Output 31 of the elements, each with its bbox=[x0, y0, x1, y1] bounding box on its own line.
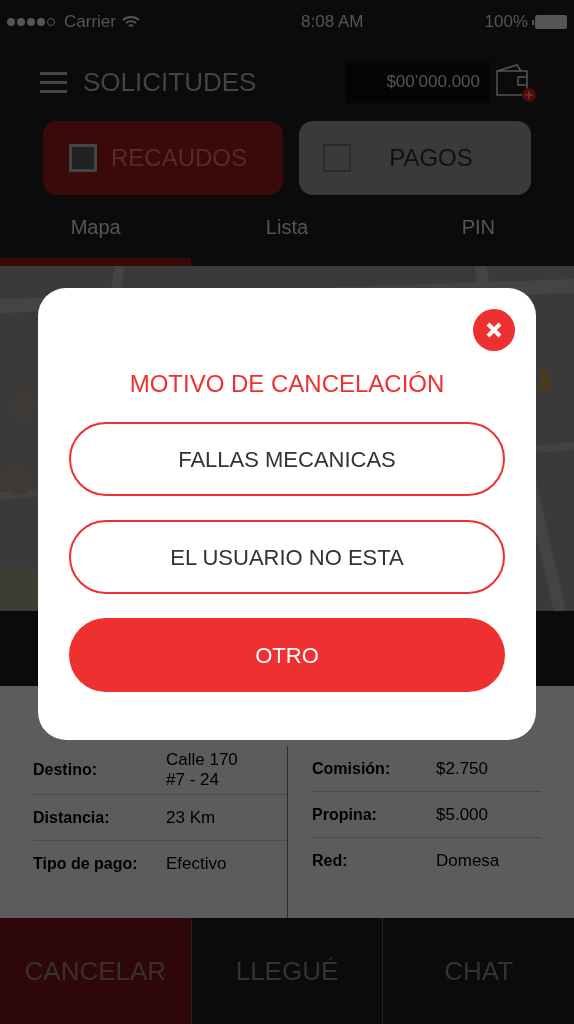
detail-label: Propina: bbox=[312, 804, 378, 825]
close-button[interactable] bbox=[473, 309, 515, 351]
reason-button[interactable]: OTRO bbox=[69, 618, 505, 692]
screen-title: SOLICITUDES bbox=[83, 65, 257, 99]
signal-icon bbox=[6, 17, 58, 27]
detail-value: $2.750 bbox=[436, 758, 489, 779]
balance-display: $00’000.000 bbox=[345, 61, 490, 103]
reason-button[interactable]: EL USUARIO NO ESTA bbox=[69, 520, 505, 594]
detail-label: Distancia: bbox=[33, 807, 111, 828]
wallet-icon[interactable] bbox=[494, 61, 536, 103]
detail-value: $5.000 bbox=[436, 804, 489, 825]
carrier-name: Carrier bbox=[64, 11, 116, 34]
detail-value: 23 Km bbox=[166, 807, 217, 828]
status-time: 8:08 AM bbox=[301, 11, 364, 34]
detail-value: Calle 170 #7 - 24 bbox=[166, 750, 239, 790]
reason-button[interactable]: FALLAS MECANICAS bbox=[69, 422, 505, 496]
view-tab[interactable]: PIN bbox=[382, 206, 574, 266]
dialog-title: MOTIVO DE CANCELACIÓN bbox=[129, 369, 445, 399]
detail-label: Tipo de pago: bbox=[33, 854, 139, 874]
wifi-icon bbox=[121, 15, 140, 29]
detail-label: Red: bbox=[312, 851, 349, 871]
menu-icon[interactable] bbox=[40, 71, 67, 93]
detail-label: Comisión: bbox=[312, 758, 392, 779]
detail-label: Destino: bbox=[33, 760, 98, 780]
detail-value: Efectivo bbox=[166, 854, 228, 874]
detail-value: Domesa bbox=[436, 851, 501, 871]
close-icon bbox=[486, 322, 502, 338]
checkbox-icon bbox=[69, 144, 97, 172]
battery-level: 100% bbox=[484, 11, 528, 34]
view-tab[interactable]: Lista bbox=[191, 206, 383, 266]
battery-icon bbox=[532, 14, 568, 30]
